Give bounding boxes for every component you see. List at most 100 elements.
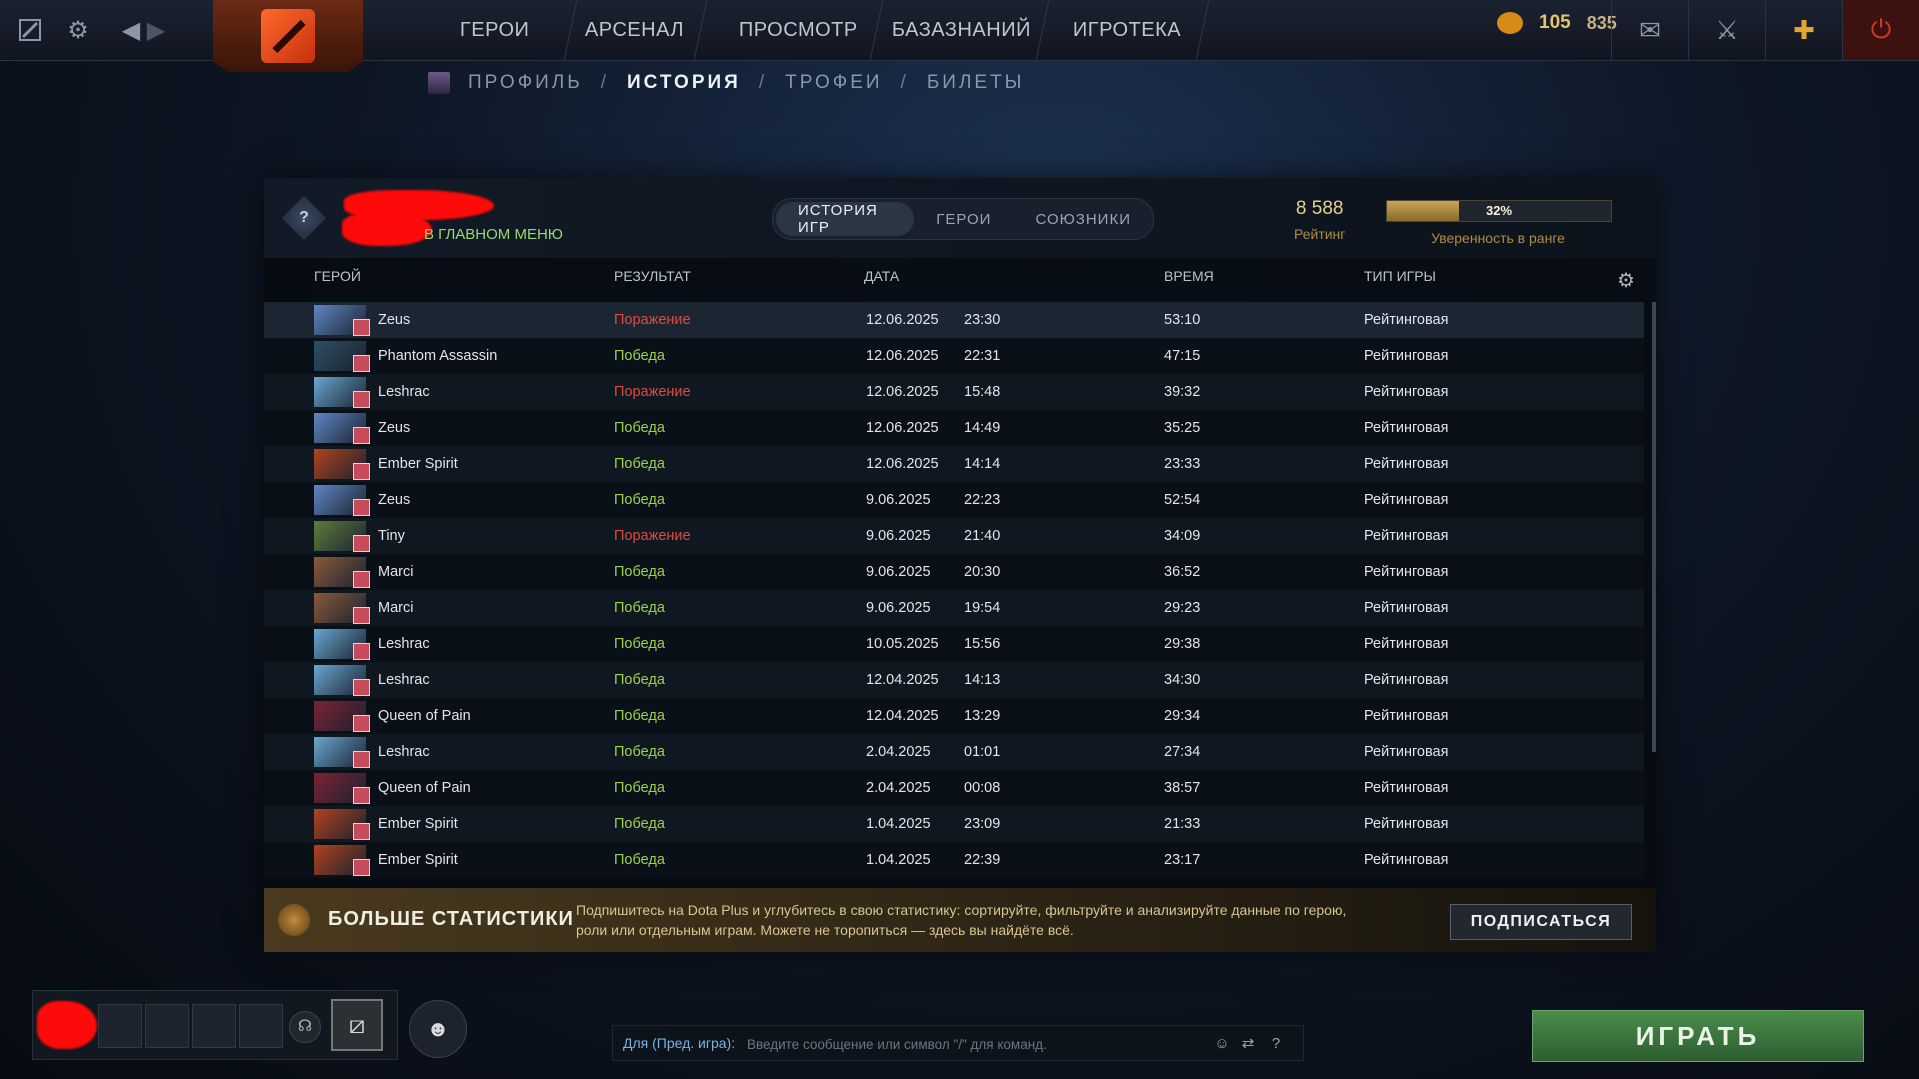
table-settings-gear-icon[interactable]: ⚙ — [1617, 268, 1635, 293]
dota-plus-icon — [278, 904, 310, 936]
match-row[interactable]: Tiny Поражение 9.06.2025 21:40 34:09 Рейтинго… — [264, 518, 1644, 554]
match-row[interactable]: Ember Spirit Победа 12.06.2025 14:14 23:33 Ре… — [264, 446, 1644, 482]
play-button[interactable]: ИГРАТЬ — [1532, 1010, 1864, 1062]
hero-name: Queen of Pain — [378, 780, 471, 796]
match-clock: 19:54 — [964, 600, 1001, 616]
dota-logo-home[interactable] — [213, 0, 363, 72]
match-date: 2.04.2025 — [866, 780, 931, 796]
match-row[interactable]: Zeus Победа 9.06.2025 22:23 52:54 Рейтинговая — [264, 482, 1644, 518]
role-badge-icon — [353, 643, 370, 660]
chat-input[interactable] — [745, 1031, 1209, 1057]
match-row[interactable]: Leshrac Поражение 12.06.2025 15:48 39:32 Рейт… — [264, 374, 1644, 410]
match-result: Победа — [614, 420, 665, 436]
tab-heroes[interactable]: ГЕРОИ — [914, 202, 1013, 236]
column-result[interactable]: РЕЗУЛЬТАТ — [614, 268, 691, 292]
dota-plus-icon[interactable]: ✚ — [1765, 0, 1842, 60]
column-hero[interactable]: ГЕРОЙ — [314, 268, 361, 292]
mail-icon[interactable]: ✉ — [1611, 0, 1688, 60]
match-row[interactable]: Ember Spirit Победа 1.04.2025 22:39 23:17 Рей… — [264, 842, 1644, 878]
hero-name: Marci — [378, 600, 414, 616]
translate-icon[interactable]: ⇄ — [1237, 1032, 1259, 1054]
column-date[interactable]: ДАТА — [864, 268, 899, 292]
role-badge-icon — [353, 787, 370, 804]
redacted-name — [342, 212, 432, 246]
match-date: 12.06.2025 — [866, 384, 939, 400]
confidence-label: Уверенность в ранге — [1431, 230, 1565, 246]
role-badge-icon — [353, 571, 370, 588]
match-row[interactable]: Leshrac Победа 2.04.2025 01:01 27:34 Рейтинго… — [264, 734, 1644, 770]
hero-name: Zeus — [378, 420, 411, 436]
help-button[interactable]: ? — [1265, 1032, 1287, 1054]
match-duration: 29:38 — [1164, 636, 1201, 652]
match-row[interactable]: Queen of Pain Победа 2.04.2025 00:08 38:57 Ре… — [264, 770, 1644, 806]
role-badge-icon — [353, 319, 370, 336]
match-row[interactable]: Leshrac Победа 12.04.2025 14:13 34:30 Рейтинг… — [264, 662, 1644, 698]
match-date: 1.04.2025 — [866, 816, 931, 832]
hero-name: Leshrac — [378, 384, 430, 400]
match-duration: 47:15 — [1164, 348, 1201, 364]
nav-heroes[interactable]: ГЕРОИ — [413, 0, 578, 60]
match-duration: 21:33 — [1164, 816, 1201, 832]
match-date: 12.04.2025 — [866, 708, 939, 724]
match-row[interactable]: Zeus Поражение 12.06.2025 23:30 53:10 Рейтинг… — [264, 302, 1644, 338]
party-slot[interactable] — [145, 1004, 189, 1048]
match-clock: 22:23 — [964, 492, 1001, 508]
shards-icon — [1497, 12, 1523, 34]
settings-gear-icon[interactable]: ⚙ — [62, 14, 94, 46]
subnav-profile[interactable]: ПРОФИЛЬ — [468, 72, 583, 94]
match-result: Победа — [614, 708, 665, 724]
armory-icon[interactable]: ⚔ — [1688, 0, 1765, 60]
party-slot[interactable] — [98, 1004, 142, 1048]
match-type: Рейтинговая — [1364, 492, 1449, 508]
friends-icon[interactable]: ☻ — [409, 1000, 467, 1058]
nav-watch[interactable]: ПРОСМОТР — [713, 0, 884, 60]
subscribe-button[interactable]: ПОДПИСАТЬСЯ — [1450, 904, 1632, 940]
match-row[interactable]: Leshrac Победа 10.05.2025 15:56 29:38 Рейтинг… — [264, 626, 1644, 662]
hero-name: Leshrac — [378, 636, 430, 652]
match-clock: 21:40 — [964, 528, 1001, 544]
party-slot[interactable] — [239, 1004, 283, 1048]
nav-arcade[interactable]: ИГРОТЕКА — [1045, 0, 1210, 60]
match-clock: 00:08 — [964, 780, 1001, 796]
rank-badge-icon[interactable]: ? — [282, 196, 326, 240]
match-row[interactable]: Queen of Pain Победа 12.04.2025 13:29 29:34 Р… — [264, 698, 1644, 734]
panel-header: ? В ГЛАВНОМ МЕНЮ ИСТОРИЯ ИГР ГЕРОИ СОЮЗН… — [264, 178, 1656, 258]
match-row[interactable]: Marci Победа 9.06.2025 20:30 36:52 Рейтингова… — [264, 554, 1644, 590]
power-icon[interactable]: ⏻ — [1842, 0, 1919, 60]
avatar — [428, 72, 450, 94]
match-type: Рейтинговая — [1364, 384, 1449, 400]
match-row[interactable]: Marci Победа 9.06.2025 19:54 29:23 Рейтингова… — [264, 590, 1644, 626]
column-time[interactable]: ВРЕМЯ — [1164, 268, 1214, 292]
nav-knowledge-base[interactable]: БАЗАЗНАНИЙ — [875, 0, 1050, 60]
match-type: Рейтинговая — [1364, 456, 1449, 472]
currency-display[interactable]: 105 835 — [1497, 12, 1617, 34]
subnav-tickets[interactable]: БИЛЕТЫ — [927, 72, 1025, 94]
tab-match-history[interactable]: ИСТОРИЯ ИГР — [776, 202, 915, 236]
forward-arrow-icon[interactable]: ▶ — [140, 14, 172, 46]
headset-icon[interactable]: ☊ — [289, 1011, 321, 1043]
match-type: Рейтинговая — [1364, 600, 1449, 616]
match-result: Победа — [614, 672, 665, 688]
match-row[interactable]: Phantom Assassin Победа 12.06.2025 22:31 47:… — [264, 338, 1644, 374]
chat-bar: Для (Пред. игра): ☺ ⇄ ? — [612, 1025, 1304, 1061]
match-result: Победа — [614, 492, 665, 508]
match-row[interactable]: Ember Spirit Победа 1.04.2025 23:09 21:33 Рей… — [264, 806, 1644, 842]
tab-allies[interactable]: СОЮЗНИКИ — [1013, 202, 1153, 236]
emoji-icon[interactable]: ☺ — [1211, 1032, 1233, 1054]
match-type: Рейтинговая — [1364, 636, 1449, 652]
battle-pass-icon[interactable]: ⧄ — [331, 999, 383, 1051]
subnav-history[interactable]: ИСТОРИЯ — [627, 72, 741, 94]
chat-channel-label[interactable]: Для (Пред. игра): — [623, 1035, 735, 1051]
match-row[interactable]: Zeus Победа 12.06.2025 14:49 35:25 Рейтингова… — [264, 410, 1644, 446]
dota-menu-icon[interactable] — [14, 14, 46, 46]
subnav-trophies[interactable]: ТРОФЕИ — [785, 72, 882, 94]
confidence-percent: 32% — [1485, 203, 1513, 218]
rating-value: 8 588 — [1295, 198, 1344, 219]
column-game-type[interactable]: ТИП ИГРЫ — [1364, 268, 1436, 292]
match-result: Победа — [614, 852, 665, 868]
scrollbar[interactable] — [1652, 302, 1656, 752]
nav-arsenal[interactable]: АРСЕНАЛ — [563, 0, 708, 60]
party-slot[interactable] — [192, 1004, 236, 1048]
match-clock: 22:39 — [964, 852, 1001, 868]
hero-name: Queen of Pain — [378, 708, 471, 724]
